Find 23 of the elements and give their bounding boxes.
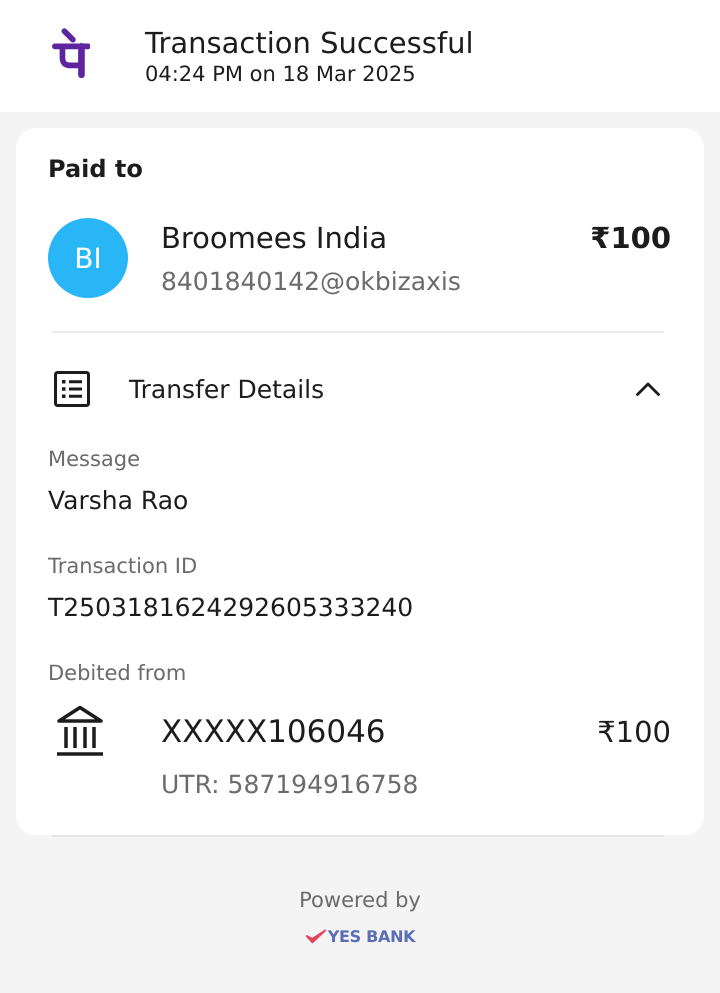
bank-logo-text: YES BANK <box>328 927 416 946</box>
avatar: BI <box>48 218 128 298</box>
page-title: Transaction Successful <box>145 25 474 61</box>
powered-by-text: Powered by <box>299 887 421 913</box>
section-heading: Paid to <box>48 154 143 184</box>
field-value: Varsha Rao <box>48 485 188 517</box>
tick-icon <box>304 928 327 944</box>
account-number: XXXXX106046 <box>161 713 387 751</box>
amount: ₹100 <box>590 220 671 256</box>
timestamp: 04:24 PM on 18 Mar 2025 <box>145 61 417 87</box>
field-value: T2503181624292605333240 <box>48 592 414 624</box>
field-label: Transaction ID <box>48 553 198 579</box>
payee-name: Broomees India <box>161 220 388 256</box>
utr-number: UTR: 587194916758 <box>161 769 420 801</box>
chevron-icon[interactable] <box>636 382 660 396</box>
field-label: Message <box>48 446 140 472</box>
section-title: Transfer Details <box>129 374 326 404</box>
amount: ₹100 <box>597 714 671 750</box>
upi-id: 8401840142@okbizaxis <box>161 266 462 298</box>
bank-icon <box>55 704 105 757</box>
app-logo-icon <box>52 28 90 78</box>
field-label: Debited from <box>48 660 186 686</box>
list-icon <box>54 371 90 407</box>
